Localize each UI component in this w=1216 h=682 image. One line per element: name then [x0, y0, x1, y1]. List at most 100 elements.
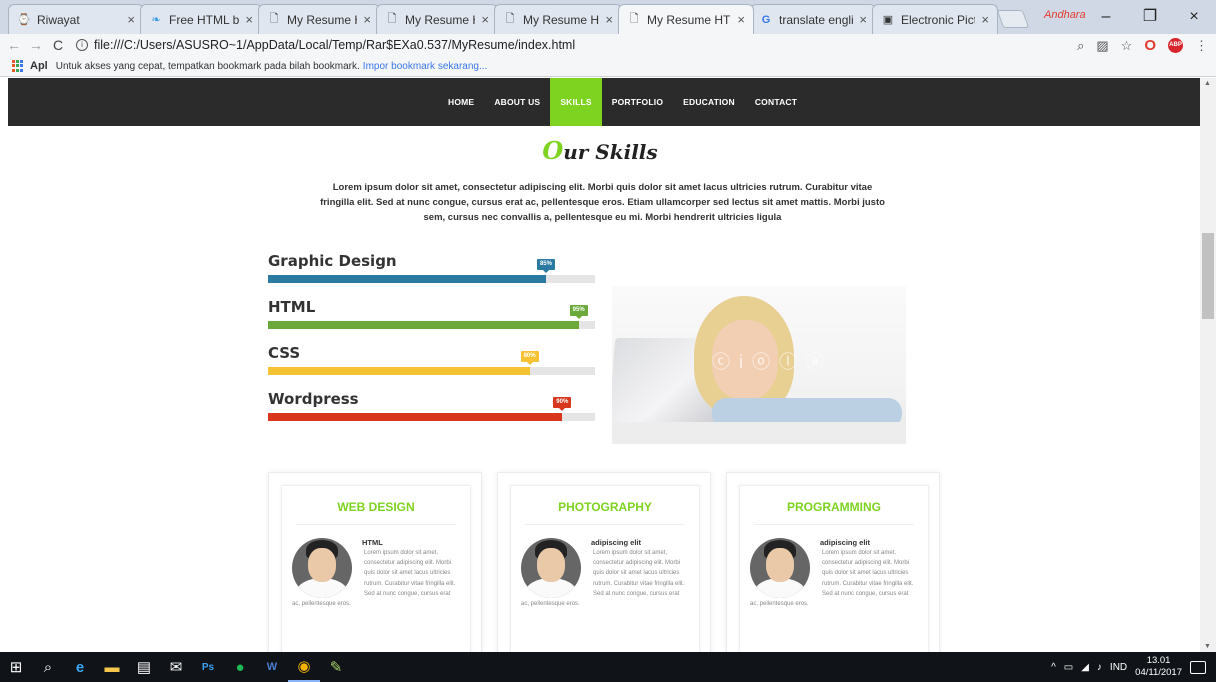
nav-education[interactable]: EDUCATION [673, 78, 745, 126]
tab-0[interactable]: ⌚ Riwayat × [8, 4, 144, 34]
close-icon[interactable]: × [981, 12, 989, 27]
tab-1[interactable]: ❧ Free HTML bootst × [140, 4, 262, 34]
tab-label: translate english i [779, 12, 854, 27]
tab-label: My Resume HTML [287, 12, 357, 27]
tab-label: My Resume HTML [405, 12, 475, 27]
google-icon: G [761, 13, 771, 26]
scroll-down-icon[interactable]: ▼ [1204, 643, 1211, 650]
card-title: PROGRAMMING [787, 500, 881, 514]
bookmarks-hint: Untuk akses yang cepat, tempatkan bookma… [55, 60, 360, 72]
opera-extension-icon[interactable]: O [1144, 37, 1156, 54]
apps-icon[interactable] [12, 60, 24, 72]
divider [754, 524, 914, 525]
close-icon[interactable]: × [127, 12, 135, 27]
skill-fill [268, 275, 546, 283]
scroll-up-icon[interactable]: ▲ [1204, 80, 1211, 87]
close-icon[interactable]: × [737, 12, 745, 27]
skill-track [268, 275, 595, 283]
skill-graphic-design: Graphic Design 85% [268, 252, 595, 283]
adblock-icon[interactable]: ABP [1168, 38, 1183, 53]
site-navbar: HOME ABOUT US SKILLS PORTFOLIO EDUCATION… [8, 78, 1200, 126]
chrome-icon[interactable]: ◉ [288, 652, 320, 682]
info-icon[interactable]: i [76, 39, 88, 51]
divider [525, 524, 685, 525]
scroll-thumb[interactable] [1202, 233, 1214, 319]
section-title: Our Skills [0, 136, 1200, 165]
apps-label[interactable]: Apl [30, 60, 48, 72]
section-title-accent: O [542, 136, 564, 165]
card-text: Lorem ipsum dolor sit amet, consectetur … [292, 548, 460, 609]
forward-icon[interactable]: → [28, 37, 44, 53]
card-inner: PHOTOGRAPHY adipiscing elit Lorem ipsum … [510, 485, 700, 652]
page-icon: 🗋 [629, 13, 639, 25]
windows-start-icon[interactable]: ⊞ [0, 652, 32, 682]
skill-fill [268, 321, 579, 329]
close-icon[interactable]: × [245, 12, 253, 27]
tab-strip: ⌚ Riwayat × ❧ Free HTML bootst × 🗋 My Re… [0, 0, 1216, 34]
chevron-up-icon[interactable]: ^ [1051, 662, 1056, 673]
tab-6[interactable]: G translate english i × [750, 4, 876, 34]
profile-name[interactable]: Andhara [1044, 9, 1086, 21]
action-center-icon[interactable] [1190, 660, 1206, 674]
nav-portfolio[interactable]: PORTFOLIO [602, 78, 673, 126]
word-icon[interactable]: W [256, 652, 288, 682]
notepad-icon[interactable]: ✎ [320, 652, 352, 682]
close-icon[interactable]: × [481, 12, 489, 27]
new-tab-button[interactable] [996, 10, 1030, 28]
clock[interactable]: 13.01 04/11/2017 [1135, 655, 1182, 679]
card-title: PHOTOGRAPHY [558, 500, 652, 514]
translate-icon[interactable]: ▨ [1096, 38, 1108, 54]
skill-track [268, 321, 595, 329]
card-text: Lorem ipsum dolor sit amet, consectetur … [521, 548, 689, 609]
card-subtitle: HTML [362, 538, 383, 547]
language-indicator[interactable]: IND [1110, 662, 1127, 673]
battery-icon[interactable]: ▭ [1064, 662, 1073, 673]
tab-4[interactable]: 🗋 My Resume HTML × [494, 4, 622, 34]
store-icon[interactable]: ▤ [128, 652, 160, 682]
reload-icon[interactable]: C [50, 37, 66, 53]
page-scrollbar[interactable]: ▲ ▼ [1200, 78, 1216, 652]
spotify-icon[interactable]: ● [224, 652, 256, 682]
close-window-icon[interactable]: × [1172, 0, 1216, 34]
import-bookmarks-link[interactable]: Impor bookmark sekarang... [363, 61, 488, 72]
card-programming: PROGRAMMING adipiscing elit Lorem ipsum … [726, 472, 940, 652]
tab-2[interactable]: 🗋 My Resume HTML × [258, 4, 380, 34]
minimize-icon[interactable]: – [1084, 0, 1128, 34]
clock-date: 04/11/2017 [1135, 667, 1182, 678]
wifi-icon[interactable]: ◢ [1081, 662, 1089, 673]
toolbar-actions: ⌕ ▨ ☆ O ABP ⋮ [1077, 37, 1208, 54]
tab-5[interactable]: 🗋 My Resume HTML × [618, 4, 754, 34]
menu-icon[interactable]: ⋮ [1195, 38, 1208, 54]
volume-icon[interactable]: ♪ [1097, 662, 1102, 673]
close-icon[interactable]: × [363, 12, 371, 27]
card-subtitle: adipiscing elit [591, 538, 642, 547]
close-icon[interactable]: × [605, 12, 613, 27]
back-icon[interactable]: ← [6, 37, 22, 53]
close-icon[interactable]: × [859, 12, 867, 27]
file-explorer-icon[interactable]: ▬ [96, 652, 128, 682]
tab-label: Free HTML bootst [169, 12, 240, 27]
nav-skills[interactable]: SKILLS [550, 78, 602, 126]
restore-icon[interactable]: ❐ [1128, 0, 1172, 34]
photoshop-icon[interactable]: Ps [192, 652, 224, 682]
tab-7[interactable]: ▣ Electronic Picture × [872, 4, 998, 34]
camera-icon: ▣ [882, 14, 894, 26]
search-icon[interactable]: ⌕ [32, 652, 64, 682]
nav-home[interactable]: HOME [438, 78, 484, 126]
skill-wordpress: Wordpress 90% [268, 390, 595, 421]
photo-watermark: ⓒ i ⓞ ⓛ ⓐ [712, 352, 827, 372]
tab-label: My Resume HTML [523, 12, 600, 27]
card-photography: PHOTOGRAPHY adipiscing elit Lorem ipsum … [497, 472, 711, 652]
tab-3[interactable]: 🗋 My Resume HTML × [376, 4, 498, 34]
mail-icon[interactable]: ✉ [160, 652, 192, 682]
tab-label: My Resume HTML [647, 12, 731, 27]
nav-contact[interactable]: CONTACT [745, 78, 807, 126]
card-inner: PROGRAMMING adipiscing elit Lorem ipsum … [739, 485, 929, 652]
edge-icon[interactable]: e [64, 652, 96, 682]
star-icon[interactable]: ☆ [1121, 38, 1133, 54]
bootstrap-icon: ❧ [151, 14, 161, 26]
nav-about[interactable]: ABOUT US [484, 78, 550, 126]
address-bar[interactable]: file:///C:/Users/ASUSRO~1/AppData/Local/… [94, 38, 575, 52]
zoom-icon[interactable]: ⌕ [1077, 38, 1084, 54]
card-title: WEB DESIGN [337, 500, 415, 514]
